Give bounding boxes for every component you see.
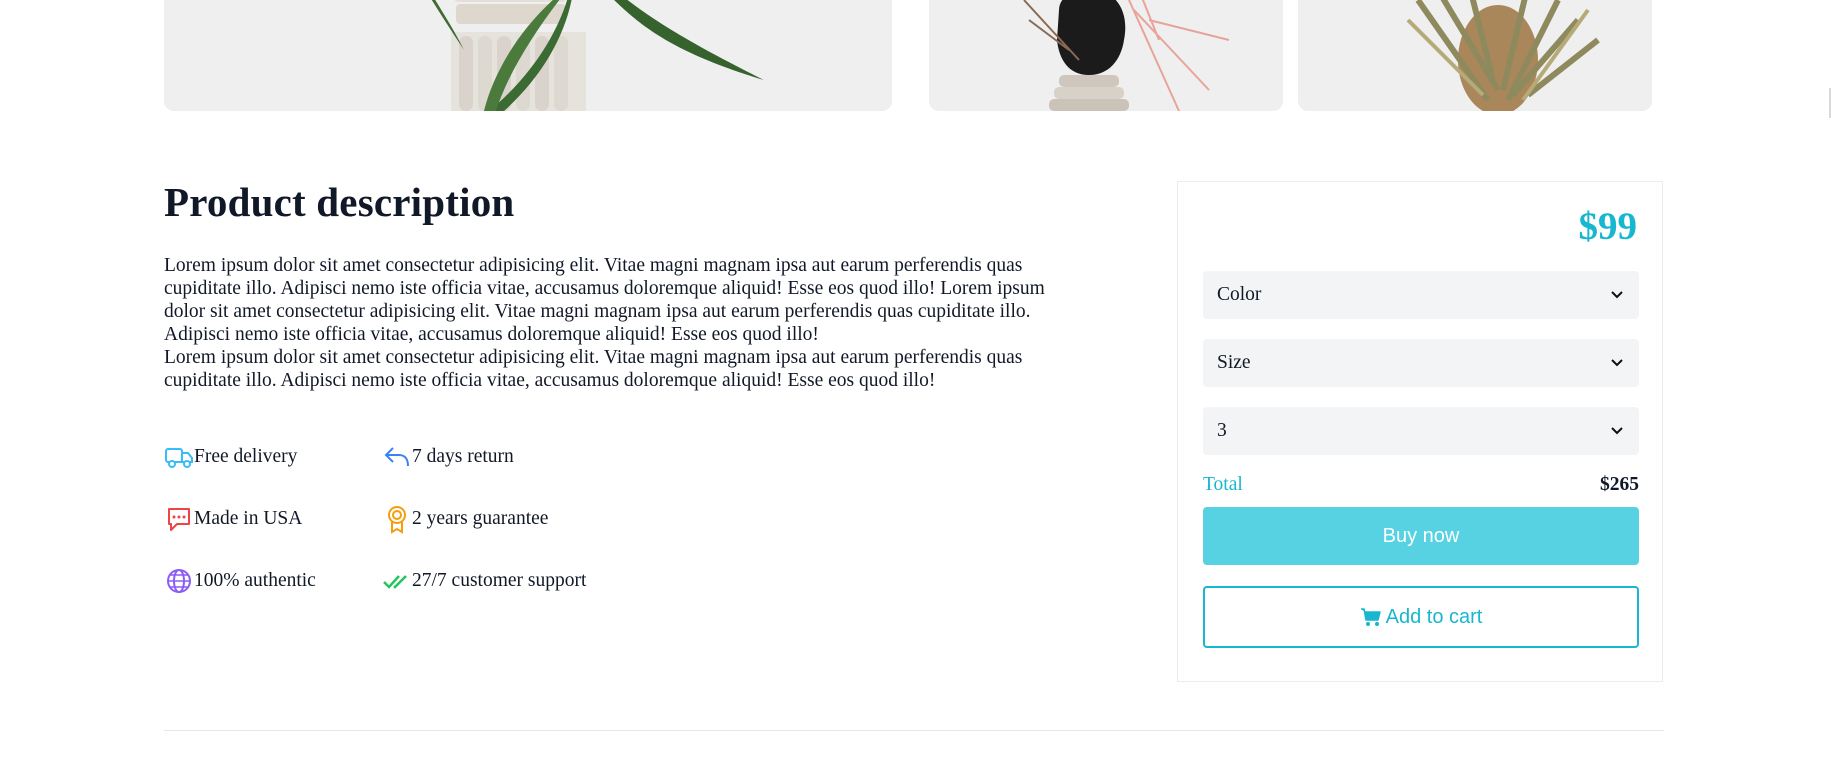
truck-icon [164, 442, 194, 472]
total-value: $265 [1600, 474, 1639, 495]
color-select[interactable]: Color [1203, 271, 1639, 319]
chevron-down-icon [1611, 291, 1623, 299]
cart-icon [1360, 608, 1381, 626]
page-title: Product description [164, 179, 515, 225]
buy-now-button[interactable]: Buy now [1203, 507, 1639, 565]
dried-banksia-illustration [1298, 0, 1652, 111]
quantity-select-value: 3 [1217, 420, 1227, 441]
vase-plant-illustration [164, 0, 892, 111]
color-select-value: Color [1217, 284, 1262, 305]
feature-label: 2 years guarantee [412, 508, 549, 529]
chat-bubble-icon [164, 504, 194, 534]
feature-label: Made in USA [194, 508, 303, 529]
total-row: Total $265 [1203, 474, 1639, 496]
feature-item-support: 27/7 customer support [382, 566, 586, 596]
chevron-down-icon [1611, 427, 1623, 435]
size-select-value: Size [1217, 352, 1251, 373]
feature-item-authentic: 100% authentic [164, 566, 316, 596]
quantity-select[interactable]: 3 [1203, 407, 1639, 455]
total-label: Total [1203, 474, 1243, 495]
globe-icon [164, 566, 194, 596]
return-arrow-icon [382, 442, 412, 472]
buy-now-label: Buy now [1382, 524, 1460, 547]
add-to-cart-label: Add to cart [1385, 605, 1483, 628]
feature-item-guarantee: 2 years guarantee [382, 504, 548, 534]
feature-item-free-delivery: Free delivery [164, 442, 297, 472]
feature-label: 100% authentic [194, 570, 316, 591]
feature-label: Free delivery [194, 446, 298, 467]
section-divider [164, 730, 1664, 731]
award-badge-icon [382, 504, 412, 534]
feature-label: 27/7 customer support [412, 570, 587, 591]
description-paragraph: Lorem ipsum dolor sit amet consectetur a… [164, 255, 1045, 345]
feature-item-return: 7 days return [382, 442, 514, 472]
add-to-cart-button[interactable]: Add to cart [1203, 586, 1639, 648]
description-paragraph: Lorem ipsum dolor sit amet consectetur a… [164, 347, 1023, 391]
product-description: Lorem ipsum dolor sit amet consectetur a… [164, 254, 1084, 392]
product-image-thumb-2[interactable] [1298, 0, 1652, 111]
sculpture-flowers-illustration [929, 0, 1283, 111]
price: $99 [1578, 205, 1638, 248]
product-image-thumb-1[interactable] [929, 0, 1283, 111]
double-check-icon [382, 566, 412, 596]
chevron-down-icon [1611, 359, 1623, 367]
feature-label: 7 days return [412, 446, 514, 467]
product-image-main[interactable] [164, 0, 892, 111]
product-gallery [0, 0, 1831, 111]
purchase-card: $99 Color Size 3 Total $265 Buy now Add … [1177, 181, 1663, 682]
feature-item-made-in-usa: Made in USA [164, 504, 302, 534]
size-select[interactable]: Size [1203, 339, 1639, 387]
